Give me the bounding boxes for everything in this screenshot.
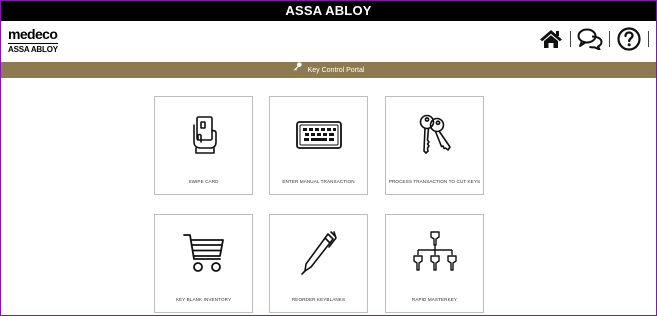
reorder-keyblanks-tile[interactable]: REORDER KEYBLANKS: [269, 214, 368, 313]
medeco-logo[interactable]: medeco ASSA ABLOY: [8, 27, 58, 54]
key-icon: [293, 62, 302, 78]
header-separator: [609, 31, 610, 47]
process-transaction-tile[interactable]: PROCESS TRANSACTION TO CUT KEYS: [385, 96, 484, 195]
cart-icon: [182, 233, 224, 272]
portal-banner: Key Control Portal: [1, 62, 656, 78]
home-icon[interactable]: [537, 24, 565, 54]
tile-label: REORDER KEYBLANKS: [291, 297, 346, 302]
help-icon[interactable]: [615, 24, 643, 54]
header-separator: [648, 31, 649, 47]
key-blank-inventory-tile[interactable]: KEY BLANK INVENTORY: [154, 214, 253, 313]
keys-icon: [419, 114, 451, 154]
header-separator: [570, 31, 571, 47]
tile-label: KEY BLANK INVENTORY: [175, 297, 232, 302]
top-brand-bar: ASSA ABLOY: [1, 1, 656, 21]
rapid-masterkey-tile[interactable]: RAPID MASTERKEY: [385, 214, 484, 313]
app-frame: ASSA ABLOY medeco ASSA ABLOY Key Control…: [0, 0, 657, 316]
portal-title: Key Control Portal: [307, 66, 365, 74]
logo-assa-abloy-text: ASSA ABLOY: [8, 45, 58, 54]
swipe-card-tile[interactable]: SWIPE CARD: [154, 96, 253, 195]
tile-label: SWIPE CARD: [188, 179, 219, 184]
pen-icon: [300, 230, 337, 275]
enter-manual-transaction-tile[interactable]: ENTER MANUAL TRANSACTION: [269, 96, 368, 195]
tile-label: PROCESS TRANSACTION TO CUT KEYS: [388, 179, 481, 184]
logo-rule: [8, 43, 58, 44]
tile-label: RAPID MASTERKEY: [411, 297, 458, 302]
top-brand-title: ASSA ABLOY: [285, 3, 372, 18]
header: medeco ASSA ABLOY: [1, 21, 656, 59]
key-hierarchy-icon: [412, 230, 457, 271]
card-swipe-icon: [192, 115, 217, 154]
keyboard-icon: [295, 120, 342, 149]
logo-medeco-text: medeco: [8, 26, 58, 42]
header-icons: [537, 24, 654, 54]
tile-label: ENTER MANUAL TRANSACTION: [282, 179, 355, 184]
chat-icon[interactable]: [576, 24, 604, 54]
